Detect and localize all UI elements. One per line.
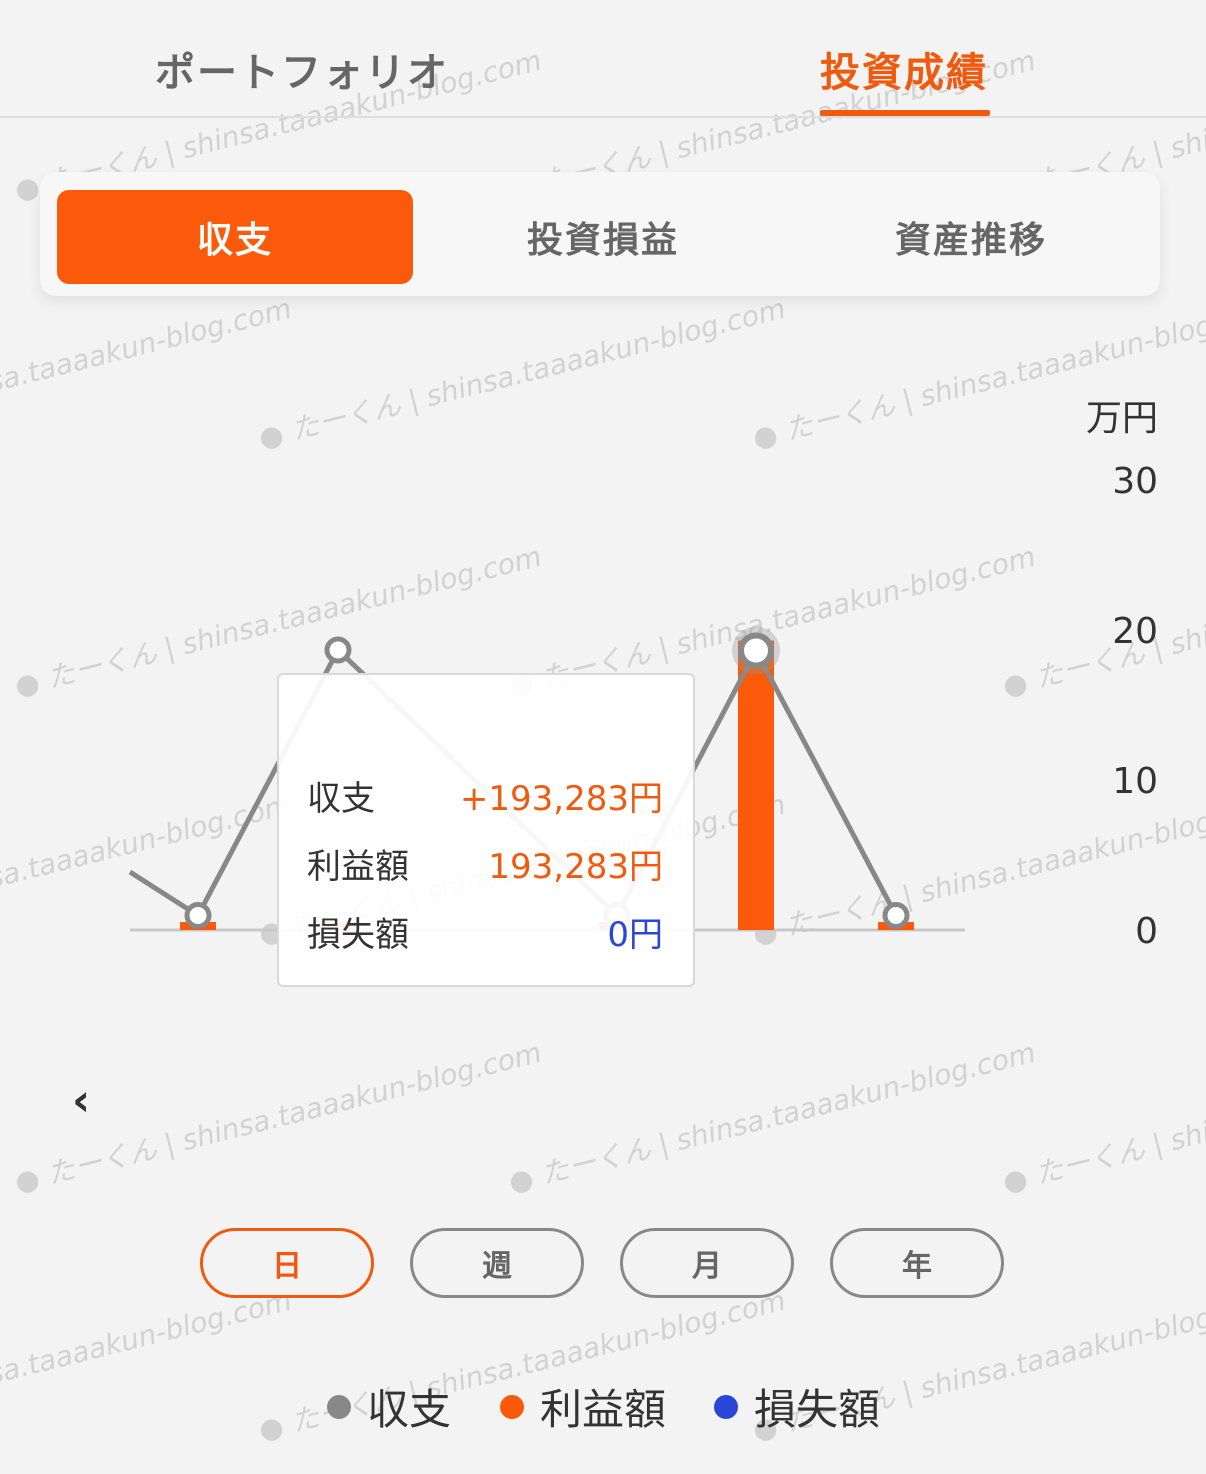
tooltip-row-income: 収支 +193,283円 bbox=[307, 770, 663, 820]
segment-asset-trend-button[interactable]: 資産推移 bbox=[793, 190, 1149, 284]
period-day-button[interactable]: 日 bbox=[200, 1228, 374, 1298]
y-tick-label: 30 bbox=[1112, 461, 1158, 502]
profit-bar bbox=[738, 640, 774, 930]
y-tick-label: 0 bbox=[1135, 911, 1158, 952]
legend-dot bbox=[714, 1394, 738, 1419]
tab-portfolio[interactable]: ポートフォリオ bbox=[155, 40, 449, 98]
legend-label: 収支 bbox=[367, 1385, 452, 1434]
period-week-button[interactable]: 週 bbox=[410, 1228, 584, 1298]
tooltip-label: 利益額 bbox=[307, 846, 409, 887]
top-tab-bar: ポートフォリオ 投資成績 bbox=[0, 0, 1206, 118]
legend-dot bbox=[500, 1394, 524, 1419]
income-point bbox=[738, 632, 774, 669]
y-tick-label: 20 bbox=[1112, 611, 1158, 652]
income-point bbox=[882, 902, 910, 929]
y-axis-unit: 万円 bbox=[1086, 398, 1158, 439]
chevron-left-icon[interactable]: ‹ bbox=[72, 1075, 112, 1126]
legend-dot bbox=[327, 1394, 351, 1419]
y-tick-label: 10 bbox=[1112, 761, 1158, 802]
chart-legend: 収支 利益額 損失額 bbox=[0, 1376, 1206, 1436]
period-year-button[interactable]: 年 bbox=[830, 1228, 1004, 1298]
active-tab-indicator bbox=[820, 110, 990, 116]
tooltip-row-loss: 損失額 0円 bbox=[307, 906, 663, 956]
legend-label: 利益額 bbox=[540, 1385, 667, 1434]
segmented-control: 収支 投資損益 資産推移 bbox=[40, 172, 1160, 296]
legend-label: 損失額 bbox=[754, 1385, 881, 1434]
period-month-button[interactable]: 月 bbox=[620, 1228, 794, 1298]
segment-income-button[interactable]: 収支 bbox=[57, 190, 413, 284]
watermark-text: ● たーくん | shinsa.taaaakun-blog.com bbox=[505, 1035, 1039, 1199]
legend-item-income: 収支 bbox=[327, 1376, 451, 1437]
tooltip-label: 収支 bbox=[307, 778, 375, 819]
tooltip-value: 193,283円 bbox=[488, 846, 663, 887]
tooltip-value: +193,283円 bbox=[459, 778, 663, 819]
tooltip-value: 0円 bbox=[607, 914, 663, 955]
chart-tooltip: 収支 +193,283円 利益額 193,283円 損失額 0円 bbox=[277, 673, 695, 987]
income-point bbox=[184, 902, 212, 929]
watermark-text: ● たーくん | shinsa.taaaakun-blog.com bbox=[999, 1035, 1206, 1199]
tooltip-row-profit: 利益額 193,283円 bbox=[307, 838, 663, 888]
tooltip-label: 損失額 bbox=[307, 914, 409, 955]
tab-performance[interactable]: 投資成績 bbox=[820, 40, 988, 98]
segment-investment-pl-button[interactable]: 投資損益 bbox=[425, 190, 781, 284]
legend-item-loss: 損失額 bbox=[714, 1376, 880, 1437]
income-point bbox=[324, 636, 352, 664]
legend-item-profit: 利益額 bbox=[500, 1376, 666, 1437]
